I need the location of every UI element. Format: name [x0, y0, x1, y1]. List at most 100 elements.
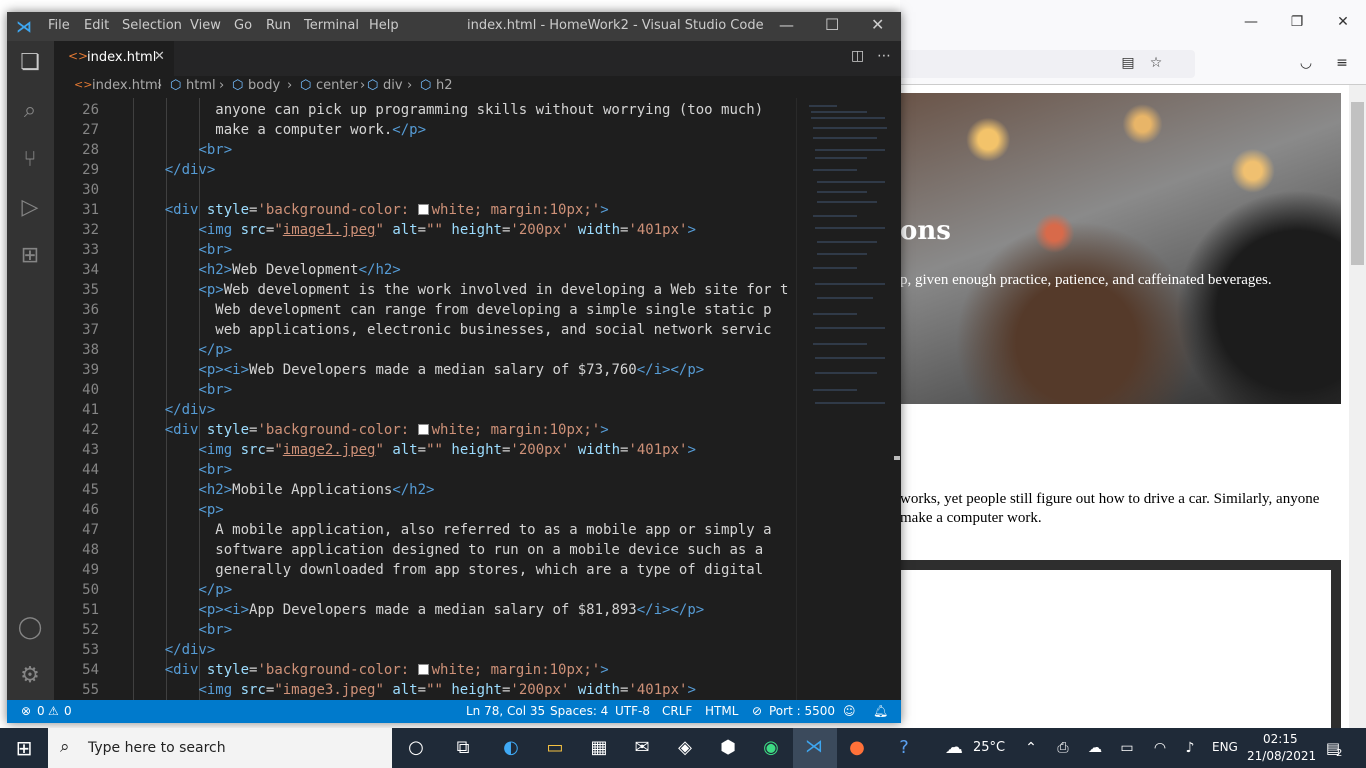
volume-icon[interactable]: ♪ [1178, 736, 1202, 760]
warning-count[interactable]: 0 [64, 704, 72, 718]
search-icon[interactable]: ⌕ [16, 97, 44, 125]
battery-icon[interactable]: ▭ [1115, 736, 1139, 760]
explorer-icon[interactable]: ❏ [16, 49, 44, 77]
menu-edit[interactable]: Edit [84, 18, 109, 33]
help-icon[interactable]: ? [892, 736, 916, 760]
code-line[interactable]: <p><i>Web Developers made a median salar… [131, 362, 704, 378]
maximize-icon[interactable]: ☐ [825, 15, 839, 34]
code-line[interactable]: web applications, electronic businesses,… [131, 322, 771, 338]
close-icon[interactable]: ✕ [871, 15, 884, 34]
wifi-icon[interactable]: ◠ [1148, 736, 1172, 760]
clock-date[interactable]: 21/08/2021 [1247, 749, 1316, 763]
warning-icon[interactable]: ⚠ [48, 704, 59, 718]
feedback-icon[interactable]: ☺ [843, 704, 856, 718]
code-line[interactable]: make a computer work.</p> [131, 122, 426, 138]
code-line[interactable]: </div> [131, 642, 216, 658]
menu-help[interactable]: Help [369, 18, 399, 33]
onedrive-icon[interactable]: ☁ [1083, 736, 1107, 760]
code-line[interactable]: <img src="image1.jpeg" alt="" height='20… [131, 222, 695, 238]
menu-go[interactable]: Go [234, 18, 252, 33]
breadcrumb-center[interactable]: center [316, 78, 358, 93]
clock-time[interactable]: 02:15 [1263, 732, 1298, 746]
taskbar-search[interactable]: ⌕ Type here to search [48, 728, 392, 768]
task-view-icon[interactable]: ⧉ [451, 736, 475, 760]
firefox-icon[interactable]: ● [845, 736, 869, 760]
tab-close-icon[interactable]: ✕ [154, 49, 165, 64]
minimize-icon[interactable]: — [779, 16, 794, 34]
close-icon[interactable]: ✕ [1333, 12, 1353, 32]
language-mode[interactable]: HTML [705, 704, 738, 718]
menu-terminal[interactable]: Terminal [304, 18, 359, 33]
breadcrumb-div[interactable]: div [383, 78, 403, 93]
live-server-icon[interactable]: ⊘ [752, 704, 762, 718]
code-line[interactable]: <br> [131, 142, 232, 158]
live-server-port[interactable]: Port : 5500 [769, 704, 835, 718]
extensions-icon[interactable]: ⊞ [16, 242, 44, 270]
run-debug-icon[interactable]: ▷ [16, 194, 44, 222]
edge-icon[interactable]: ◐ [499, 736, 523, 760]
notifications-bell-icon[interactable]: 🔔︎ [873, 704, 888, 718]
code-line[interactable]: <p><i>App Developers made a median salar… [131, 602, 704, 618]
breadcrumb-h2[interactable]: h2 [436, 78, 453, 93]
code-line[interactable]: <h2>Web Development</h2> [131, 262, 400, 278]
minimize-icon[interactable]: — [1241, 12, 1261, 32]
page-scrollbar-thumb[interactable] [1351, 102, 1364, 265]
code-line[interactable]: generally downloaded from app stores, wh… [131, 562, 763, 578]
error-count[interactable]: 0 [37, 704, 45, 718]
minimap[interactable] [796, 98, 901, 700]
code-line[interactable]: <h2>Mobile Applications</h2> [131, 482, 434, 498]
code-line[interactable]: <img src="image2.jpeg" alt="" height='20… [131, 442, 695, 458]
code-editor[interactable]: 26 anyone can pick up programming skills… [54, 98, 796, 700]
menu-file[interactable]: File [48, 18, 70, 33]
code-line[interactable]: <br> [131, 622, 232, 638]
code-line[interactable]: </p> [131, 342, 232, 358]
weather-icon[interactable]: ☁ [942, 736, 966, 760]
meet-now-icon[interactable]: ⎙ [1051, 736, 1075, 760]
code-line[interactable]: anyone can pick up programming skills wi… [131, 102, 763, 118]
vscode-taskbar-item[interactable]: ⋊ [793, 728, 837, 768]
cortana-icon[interactable]: ○ [404, 736, 428, 760]
code-line[interactable]: </p> [131, 582, 232, 598]
tab-index-html[interactable]: <> index.html ✕ [54, 41, 174, 76]
code-line[interactable]: <br> [131, 382, 232, 398]
breadcrumb-html[interactable]: html [186, 78, 216, 93]
code-line[interactable]: Web development can range from developin… [131, 302, 771, 318]
code-line[interactable]: <div style='background-color: white; mar… [131, 662, 609, 678]
code-line[interactable]: <div style='background-color: white; mar… [131, 422, 609, 438]
code-line[interactable]: </div> [131, 402, 216, 418]
indentation[interactable]: Spaces: 4 [550, 704, 608, 718]
code-line[interactable]: <p> [131, 502, 223, 518]
code-line[interactable]: <p>Web development is the work involved … [131, 282, 788, 298]
menu-icon[interactable]: ≡ [1332, 53, 1352, 73]
mail-icon[interactable]: ✉ [630, 736, 654, 760]
code-line[interactable]: <br> [131, 242, 232, 258]
temperature[interactable]: 25°C [973, 740, 1005, 755]
accounts-icon[interactable]: ◯ [16, 614, 44, 642]
reader-view-icon[interactable]: ▤ [1118, 53, 1138, 73]
code-line[interactable]: <img src="image3.jpeg" alt="" height='20… [131, 682, 695, 698]
menu-run[interactable]: Run [266, 18, 291, 33]
breadcrumb-file[interactable]: index.html [92, 78, 161, 93]
code-line[interactable]: </div> [131, 162, 216, 178]
windows-start-icon[interactable]: ⊞ [12, 736, 36, 760]
code-line[interactable]: software application designed to run on … [131, 542, 763, 558]
error-icon[interactable]: ⊗ [21, 704, 31, 718]
code-line[interactable]: <br> [131, 462, 232, 478]
cursor-position[interactable]: Ln 78, Col 35 [466, 704, 545, 718]
settings-gear-icon[interactable]: ⚙ [16, 662, 44, 690]
chevron-up-icon[interactable]: ⌃ [1019, 736, 1043, 760]
split-editor-icon[interactable]: ◫ [851, 48, 864, 64]
menu-view[interactable]: View [190, 18, 221, 33]
more-actions-icon[interactable]: ⋯ [877, 48, 891, 64]
code-line[interactable]: <div style='background-color: white; mar… [131, 202, 609, 218]
android-studio-icon[interactable]: ◉ [759, 736, 783, 760]
code-line[interactable]: A mobile application, also referred to a… [131, 522, 771, 538]
pocket-icon[interactable]: ◡ [1296, 53, 1316, 73]
source-control-icon[interactable]: ⑂ [16, 146, 44, 174]
restore-icon[interactable]: ❐ [1287, 12, 1307, 32]
github-desktop-icon[interactable]: ⬢ [716, 736, 740, 760]
dropbox-icon[interactable]: ◈ [673, 736, 697, 760]
input-language[interactable]: ENG [1212, 740, 1238, 754]
store-icon[interactable]: ▦ [587, 736, 611, 760]
bookmark-star-icon[interactable]: ☆ [1146, 53, 1166, 73]
